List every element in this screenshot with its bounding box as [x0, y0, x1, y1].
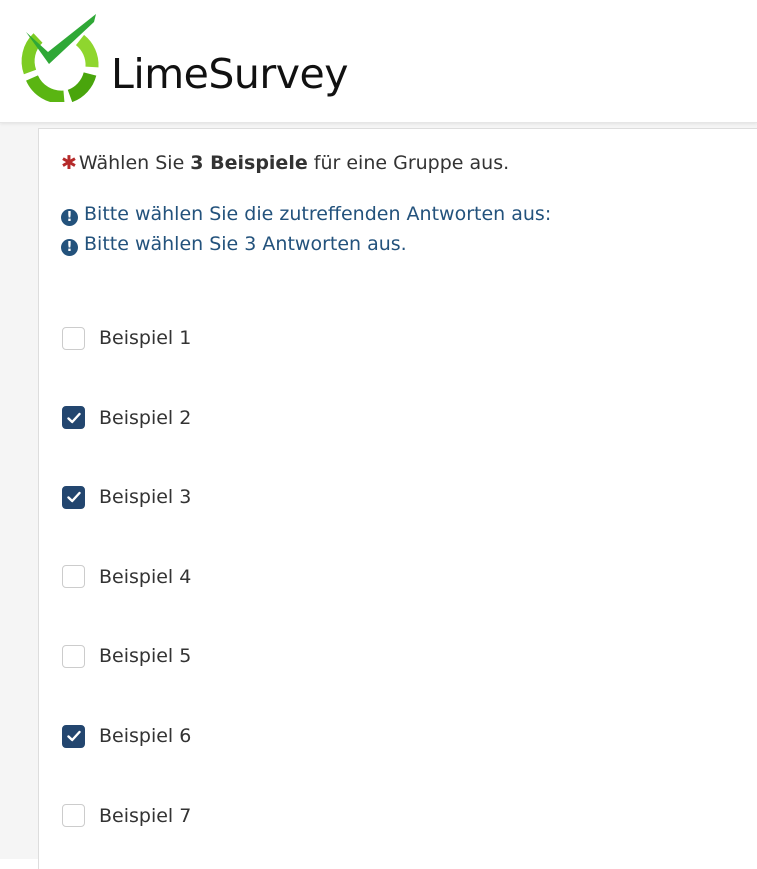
option-label[interactable]: Beispiel 4 — [99, 566, 191, 588]
option-label[interactable]: Beispiel 6 — [99, 725, 191, 747]
exclamation-circle-icon: ! — [61, 239, 78, 256]
required-asterisk-icon: ✱ — [61, 152, 77, 174]
checkbox[interactable] — [62, 724, 85, 748]
check-icon — [66, 412, 81, 423]
checkbox[interactable] — [62, 804, 85, 828]
option-beispiel-7[interactable]: Beispiel 7 — [62, 801, 191, 831]
option-label[interactable]: Beispiel 2 — [99, 407, 191, 429]
brand-name: LimeSurvey — [111, 50, 349, 98]
question-text-bold: 3 Beispiele — [190, 152, 308, 174]
option-beispiel-6[interactable]: Beispiel 6 — [62, 721, 191, 751]
option-label[interactable]: Beispiel 3 — [99, 486, 191, 508]
lime-logo-icon — [21, 14, 99, 102]
tip-text: Bitte wählen Sie 3 Antworten aus. — [84, 233, 407, 255]
question-text-before: Wählen Sie — [78, 152, 191, 174]
option-beispiel-4[interactable]: Beispiel 4 — [62, 562, 191, 592]
checkbox[interactable] — [62, 644, 85, 668]
checkbox[interactable] — [62, 485, 85, 509]
checkbox[interactable] — [62, 565, 85, 589]
option-label[interactable]: Beispiel 5 — [99, 645, 191, 667]
question-text: ✱ Wählen Sie 3 Beispiele für eine Gruppe … — [61, 152, 509, 174]
tip-text: Bitte wählen Sie die zutreffenden Antwor… — [84, 203, 552, 225]
tip-select-three: ! Bitte wählen Sie 3 Antworten aus. — [61, 233, 407, 256]
option-beispiel-5[interactable]: Beispiel 5 — [62, 641, 191, 671]
checkbox[interactable] — [62, 406, 85, 430]
site-header: LimeSurvey — [0, 0, 757, 123]
check-icon — [66, 730, 81, 742]
option-label[interactable]: Beispiel 1 — [99, 327, 191, 349]
exclamation-circle-icon: ! — [61, 209, 78, 226]
option-beispiel-2[interactable]: Beispiel 2 — [62, 403, 191, 433]
tip-select-answers: ! Bitte wählen Sie die zutreffenden Antwo… — [61, 203, 551, 226]
option-beispiel-1[interactable]: Beispiel 1 — [62, 323, 191, 353]
option-beispiel-3[interactable]: Beispiel 3 — [62, 482, 191, 512]
checkbox[interactable] — [62, 326, 85, 350]
question-text-after: für eine Gruppe aus. — [307, 152, 510, 174]
option-label[interactable]: Beispiel 7 — [99, 805, 191, 827]
check-icon — [66, 491, 81, 503]
limesurvey-logo[interactable]: LimeSurvey — [16, 12, 349, 102]
